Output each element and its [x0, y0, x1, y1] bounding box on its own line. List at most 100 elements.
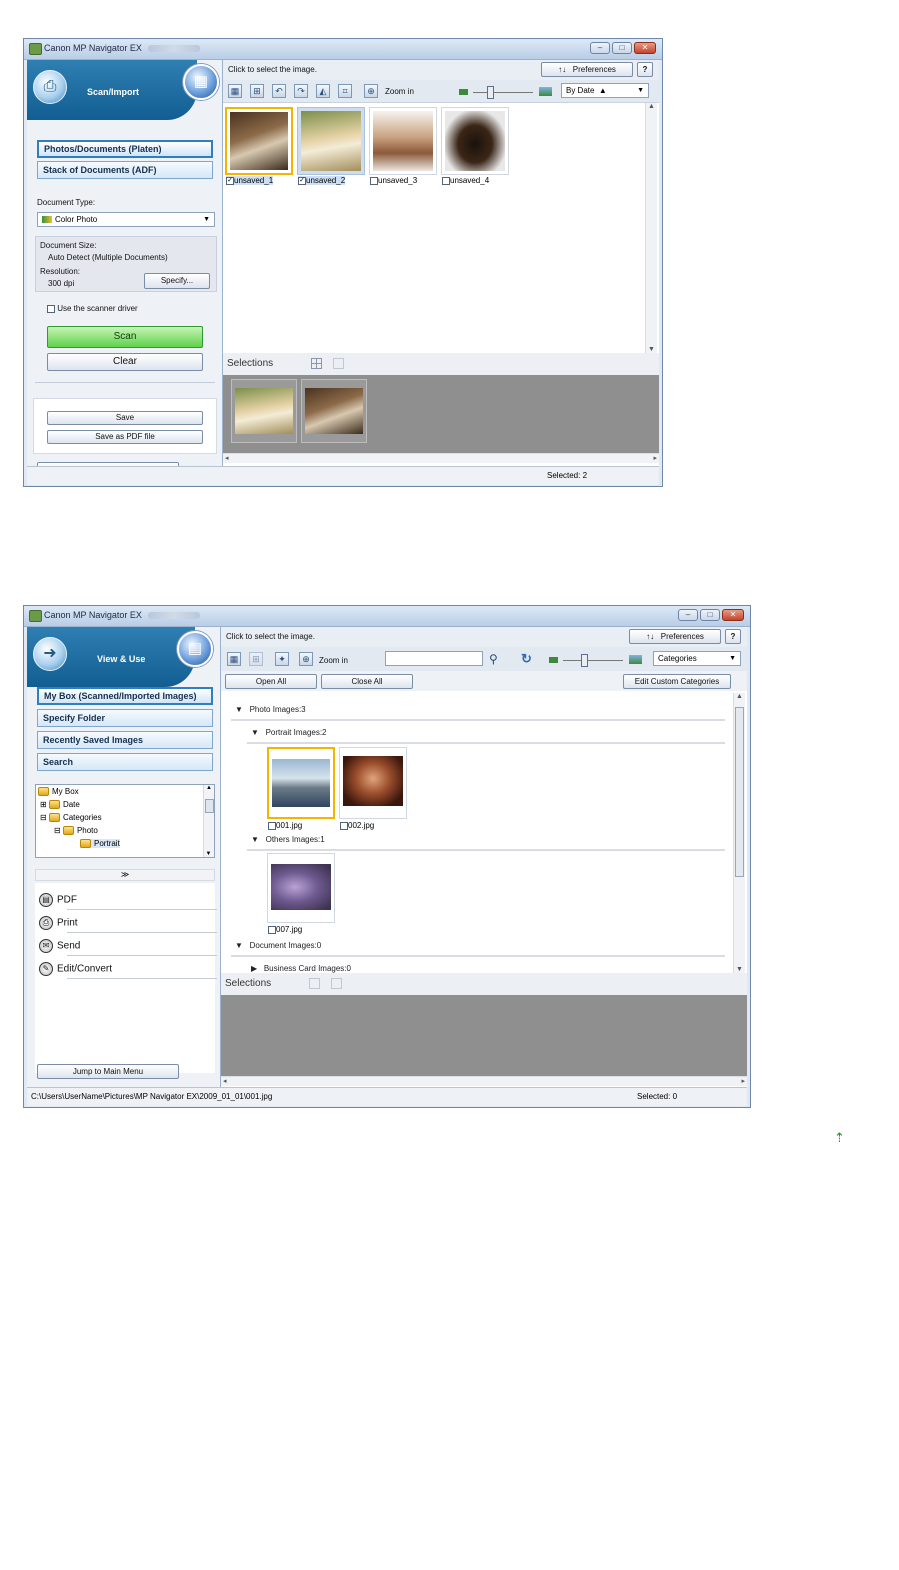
- thumbnail-caption-001[interactable]: 001.jpg: [268, 821, 302, 830]
- nav-specify-folder[interactable]: Specify Folder: [37, 709, 213, 727]
- deselect-all-icon[interactable]: ⊞: [250, 84, 264, 98]
- title-bar[interactable]: Canon MP Navigator EX – □ ✕: [24, 39, 662, 60]
- collapse-toggle[interactable]: ≫: [35, 869, 215, 881]
- selected-thumbnail-1[interactable]: [231, 379, 297, 443]
- select-all-icon[interactable]: ▦: [228, 84, 242, 98]
- thumbnail-caption-1[interactable]: ✓unsaved_1: [226, 176, 274, 185]
- scroll-thumb[interactable]: [205, 799, 214, 813]
- invert-icon[interactable]: ◭: [316, 84, 330, 98]
- action-send[interactable]: ✉ Send: [39, 939, 217, 956]
- nav-stack-of-documents[interactable]: Stack of Documents (ADF): [37, 161, 213, 179]
- up-arrow-icon[interactable]: ⇡: [834, 1130, 845, 1146]
- expanded-triangle-icon[interactable]: ▼: [235, 941, 243, 950]
- checkbox-unchecked[interactable]: [268, 821, 276, 830]
- checkbox-unchecked[interactable]: [268, 925, 276, 934]
- single-icon[interactable]: [333, 358, 344, 369]
- maximize-button[interactable]: □: [612, 42, 632, 54]
- thumbnail-caption-002[interactable]: 002.jpg: [340, 821, 374, 830]
- title-bar[interactable]: Canon MP Navigator EX – □ ✕: [24, 606, 750, 627]
- thumbnail-007[interactable]: [267, 853, 335, 923]
- thumbnail-caption-2[interactable]: ✓unsaved_2: [298, 176, 346, 185]
- minimize-button[interactable]: –: [678, 609, 698, 621]
- nav-recently-saved[interactable]: Recently Saved Images: [37, 731, 213, 749]
- checkbox-unchecked[interactable]: [370, 176, 378, 185]
- folder-tree[interactable]: My Box ⊞ Date ⊟ Categories ⊟ Photo Portr…: [35, 784, 215, 858]
- horizontal-scrollbar[interactable]: ◂ ▸: [221, 1076, 747, 1086]
- thumbnail-size-slider[interactable]: [563, 660, 623, 661]
- thumbnail-caption-3[interactable]: unsaved_3: [370, 176, 417, 185]
- nav-photos-documents[interactable]: Photos/Documents (Platen): [37, 140, 213, 158]
- thumbnail-4[interactable]: [441, 107, 509, 175]
- collapsed-triangle-icon[interactable]: ▶: [251, 964, 257, 973]
- vertical-scrollbar[interactable]: ▲ ▼: [733, 693, 745, 973]
- vertical-scrollbar[interactable]: ▲ ▼: [645, 103, 657, 353]
- tree-item-categories[interactable]: ⊟ Categories: [40, 813, 102, 823]
- document-type-select[interactable]: Color Photo ▼: [37, 212, 215, 227]
- horizontal-scrollbar[interactable]: ◂ ▸: [223, 453, 659, 463]
- tree-item-date[interactable]: ⊞ Date: [40, 800, 80, 810]
- zoom-in-label[interactable]: Zoom in: [385, 87, 414, 96]
- collapse-icon[interactable]: ⊟: [54, 826, 61, 835]
- collapse-icon[interactable]: ⊟: [40, 813, 47, 822]
- slider-thumb[interactable]: [487, 86, 494, 99]
- checkbox-unchecked[interactable]: [340, 821, 348, 830]
- group-business-card[interactable]: ▶ Business Card Images:0: [251, 964, 351, 973]
- deselect-all-icon[interactable]: ⊞: [249, 652, 263, 666]
- jump-to-main-menu-button[interactable]: Jump to Main Menu: [37, 1064, 179, 1079]
- use-scanner-driver-checkbox[interactable]: Use the scanner driver: [47, 304, 138, 313]
- thumbnail-caption-007[interactable]: 007.jpg: [268, 925, 302, 934]
- preferences-button[interactable]: ↑↓ Preferences: [629, 629, 721, 644]
- expanded-triangle-icon[interactable]: ▼: [251, 728, 259, 737]
- save-as-pdf-button[interactable]: Save as PDF file: [47, 430, 203, 444]
- edit-custom-categories-button[interactable]: Edit Custom Categories: [623, 674, 731, 689]
- grid-icon[interactable]: [311, 358, 322, 369]
- search-input[interactable]: [385, 651, 483, 666]
- expanded-triangle-icon[interactable]: ▼: [235, 705, 243, 714]
- group-photo[interactable]: ▼ Photo Images:3: [235, 705, 306, 714]
- single-icon[interactable]: [331, 978, 342, 989]
- group-by-select[interactable]: Categories ▼: [653, 651, 741, 666]
- slider-thumb[interactable]: [581, 654, 588, 667]
- tree-item-portrait[interactable]: Portrait: [80, 839, 120, 849]
- search-icon[interactable]: ⚲: [489, 652, 498, 666]
- tree-item-photo[interactable]: ⊟ Photo: [54, 826, 98, 836]
- mode-switch-icon[interactable]: ▤: [177, 631, 213, 667]
- maximize-button[interactable]: □: [700, 609, 720, 621]
- classify-icon[interactable]: ✦: [275, 652, 289, 666]
- expand-icon[interactable]: ⊞: [40, 800, 47, 809]
- specify-button[interactable]: Specify...: [144, 273, 210, 289]
- close-all-button[interactable]: Close All: [321, 674, 413, 689]
- group-others[interactable]: ▼ Others Images:1: [251, 835, 325, 844]
- grid-icon[interactable]: [309, 978, 320, 989]
- nav-my-box[interactable]: My Box (Scanned/Imported Images): [37, 687, 213, 705]
- thumbnail-caption-4[interactable]: unsaved_4: [442, 176, 489, 185]
- sort-select[interactable]: By Date ▲ ▼: [561, 83, 649, 98]
- thumbnail-2[interactable]: [297, 107, 365, 175]
- help-button[interactable]: ?: [637, 62, 653, 77]
- close-button[interactable]: ✕: [634, 42, 656, 54]
- selected-thumbnail-2[interactable]: [301, 379, 367, 443]
- save-button[interactable]: Save: [47, 411, 203, 425]
- refresh-icon[interactable]: ↻: [521, 651, 532, 667]
- thumbnail-3[interactable]: [369, 107, 437, 175]
- thumbnail-1[interactable]: [225, 107, 293, 175]
- nav-search[interactable]: Search: [37, 753, 213, 771]
- checkbox-checked[interactable]: ✓: [298, 176, 306, 185]
- tree-scrollbar[interactable]: ▲ ▼: [203, 785, 214, 857]
- select-all-icon[interactable]: ▦: [227, 652, 241, 666]
- zoom-in-icon[interactable]: ⊕: [364, 84, 378, 98]
- action-print[interactable]: ⎙ Print: [39, 916, 217, 933]
- expanded-triangle-icon[interactable]: ▼: [251, 835, 259, 844]
- mode-switch-icon[interactable]: ▦: [183, 64, 219, 100]
- preferences-button[interactable]: ↑↓ Preferences: [541, 62, 633, 77]
- scroll-thumb[interactable]: [735, 707, 744, 877]
- rotate-right-icon[interactable]: ↷: [294, 84, 308, 98]
- thumbnail-size-slider[interactable]: [473, 92, 533, 93]
- thumbnail-001[interactable]: [267, 747, 335, 819]
- group-portrait[interactable]: ▼ Portrait Images:2: [251, 728, 327, 737]
- tree-item-my-box[interactable]: My Box: [38, 787, 79, 797]
- group-document[interactable]: ▼ Document Images:0: [235, 941, 321, 950]
- action-pdf[interactable]: ▤ PDF: [39, 893, 217, 910]
- zoom-in-label[interactable]: Zoom in: [319, 656, 348, 665]
- zoom-in-icon[interactable]: ⊕: [299, 652, 313, 666]
